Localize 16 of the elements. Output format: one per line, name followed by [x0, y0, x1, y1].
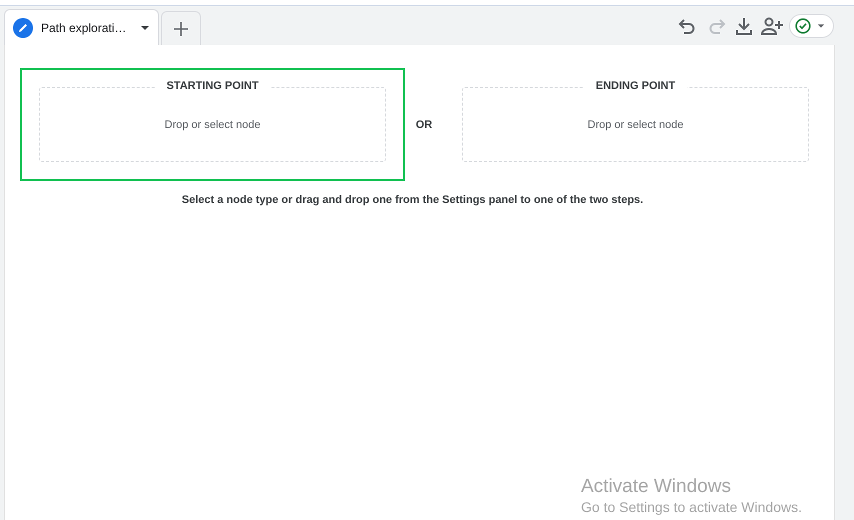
- activation-title: Activate Windows: [581, 476, 732, 498]
- drop-hint: Drop or select node: [588, 118, 684, 130]
- analysis-tab[interactable]: Path explorati…: [4, 9, 160, 45]
- add-tab-button[interactable]: [161, 11, 202, 45]
- plus-icon: [173, 20, 190, 36]
- step-title: ENDING POINT: [584, 80, 688, 92]
- or-label: OR: [414, 118, 434, 130]
- activation-message: Go to Settings to activate Windows.: [581, 499, 802, 516]
- add-person-button[interactable]: [761, 14, 783, 36]
- caret-icon: [817, 22, 825, 30]
- step-title: STARTING POINT: [154, 80, 271, 92]
- pencil-icon: [13, 18, 33, 38]
- instruction-text: Select a node type or drag and drop one from the Settings panel to one of the two steps.: [180, 194, 644, 206]
- check-circle-icon: [795, 18, 811, 34]
- drop-hint: Drop or select node: [164, 118, 260, 130]
- status-dropdown[interactable]: [789, 14, 834, 38]
